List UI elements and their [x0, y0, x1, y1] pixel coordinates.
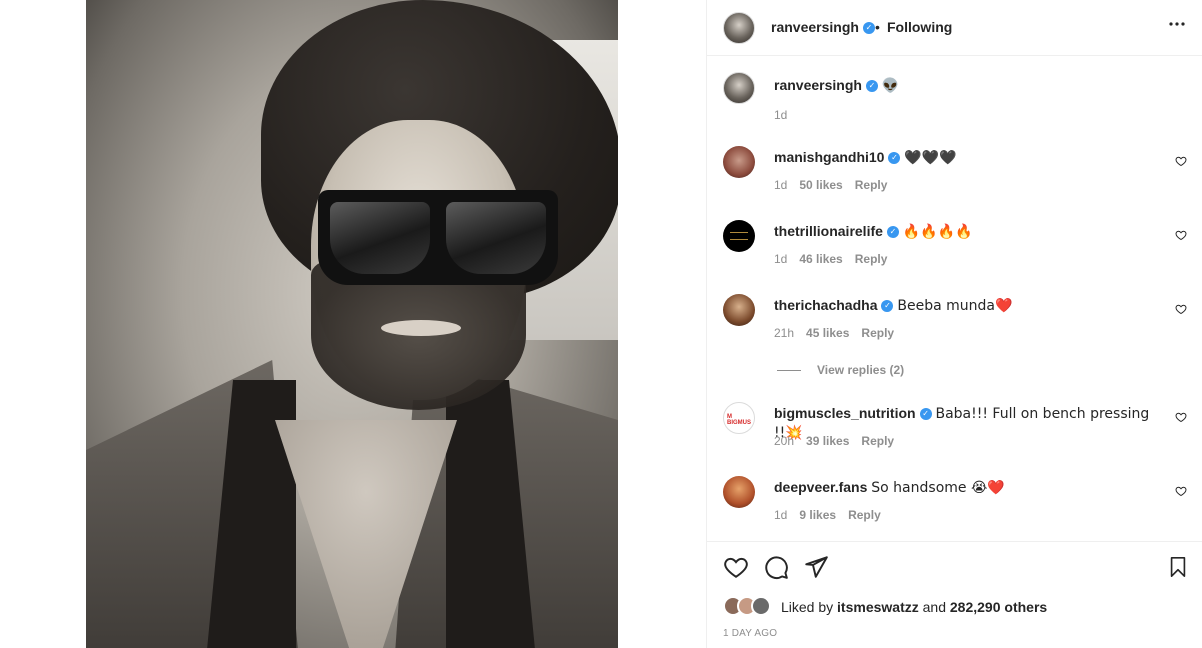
comments-list: ranveersingh ✓ 👽 1d manishgandhi10 ✓ 🖤🖤🖤 1… — [707, 57, 1202, 540]
liked-prefix: Liked by — [781, 599, 834, 615]
comment-time[interactable]: 21h — [774, 326, 794, 340]
liked-by-user[interactable]: itsmeswatzz — [837, 599, 919, 615]
comment-username[interactable]: thetrillionairelife — [774, 223, 883, 239]
comment-likes[interactable]: 50 likes — [799, 178, 842, 192]
comment-like-heart-icon[interactable] — [1175, 303, 1187, 315]
comment-item: M BIGMUS bigmuscles_nutrition ✓ Baba!!! F… — [723, 402, 1187, 452]
comment-time[interactable]: 20h — [774, 434, 794, 448]
post-actions: Liked by itsmeswatzz and 282,290 others … — [707, 541, 1202, 648]
send-icon[interactable] — [803, 554, 829, 580]
comment-username[interactable]: deepveer.fans — [774, 479, 867, 495]
photo-sunglasses — [318, 190, 558, 285]
header-separator: • — [875, 19, 880, 35]
comment-like-heart-icon[interactable] — [1175, 411, 1187, 423]
liked-others[interactable]: 282,290 others — [950, 599, 1047, 615]
comment-text: manishgandhi10 ✓ 🖤🖤🖤 — [774, 148, 1164, 167]
comment-body: 🖤🖤🖤 — [904, 150, 957, 166]
comment-text: thetrillionairelife ✓ 🔥🔥🔥🔥 — [774, 222, 1164, 241]
comment-avatar[interactable] — [723, 220, 755, 252]
view-replies-label[interactable]: View replies (2) — [817, 363, 904, 377]
comment-like-heart-icon[interactable] — [1175, 155, 1187, 167]
post-media-area — [0, 0, 706, 648]
photo-lens-left — [330, 202, 430, 274]
comment-item: deepveer.fans So handsome 😭❤️ 1d 9 likes R… — [723, 476, 1187, 526]
comment-avatar[interactable] — [723, 294, 755, 326]
liked-by-text: Liked by itsmeswatzz and 282,290 others — [781, 599, 1047, 615]
post-timestamp[interactable]: 1 DAY AGO — [723, 628, 777, 639]
comment-like-heart-icon[interactable] — [1175, 485, 1187, 497]
verified-badge-icon: ✓ — [862, 22, 875, 35]
reply-button[interactable]: Reply — [861, 326, 894, 340]
comment-item: therichachadha ✓ Beeba munda❤️ 21h 45 like… — [723, 294, 1187, 344]
comment-text: deepveer.fans So handsome 😭❤️ — [774, 478, 1164, 497]
post-side-panel: ranveersingh ✓ • Following ranveersingh ✓ … — [706, 0, 1202, 648]
bookmark-icon[interactable] — [1167, 554, 1189, 580]
comment-meta: 20h 39 likes Reply — [774, 434, 906, 448]
comment-meta: 1d 50 likes Reply — [774, 178, 899, 192]
comment-body: Beeba munda❤️ — [897, 298, 1013, 314]
comment-meta: 1d 46 likes Reply — [774, 252, 899, 266]
comment-meta: 1d 9 likes Reply — [774, 508, 893, 522]
view-replies-line — [777, 370, 801, 372]
photo-lens-right — [446, 202, 546, 274]
author-username-text[interactable]: ranveersingh — [771, 19, 859, 35]
author-username[interactable]: ranveersingh ✓ — [771, 19, 875, 35]
verified-badge-icon: ✓ — [886, 226, 899, 239]
photo-mouth — [381, 320, 461, 336]
verified-badge-icon: ✓ — [865, 80, 878, 93]
reply-button[interactable]: Reply — [855, 252, 888, 266]
comment-likes[interactable]: 39 likes — [806, 434, 849, 448]
comment-icon[interactable] — [763, 554, 789, 580]
comment-item: manishgandhi10 ✓ 🖤🖤🖤 1d 50 likes Reply — [723, 146, 1187, 196]
comment-time[interactable]: 1d — [774, 252, 787, 266]
reply-button[interactable]: Reply — [848, 508, 881, 522]
comment-item: thetrillionairelife ✓ 🔥🔥🔥🔥 1d 46 likes Repl… — [723, 220, 1187, 270]
comment-username[interactable]: manishgandhi10 — [774, 149, 884, 165]
like-heart-icon[interactable] — [723, 554, 749, 580]
comment-username[interactable]: bigmuscles_nutrition — [774, 405, 916, 421]
comment-avatar[interactable]: M BIGMUS — [723, 402, 755, 434]
caption-meta: 1d — [774, 108, 799, 122]
comment-body: So handsome 😭❤️ — [871, 480, 1005, 496]
caption-text: ranveersingh ✓ 👽 — [774, 76, 1164, 95]
caption-avatar[interactable] — [723, 72, 755, 104]
comment-likes[interactable]: 46 likes — [799, 252, 842, 266]
comment-time[interactable]: 1d — [774, 178, 787, 192]
comment-likes[interactable]: 9 likes — [799, 508, 836, 522]
comment-likes[interactable]: 45 likes — [806, 326, 849, 340]
verified-badge-icon: ✓ — [881, 300, 894, 313]
liked-by-avatars[interactable] — [723, 596, 775, 616]
verified-badge-icon: ✓ — [919, 408, 932, 421]
comment-time[interactable]: 1d — [774, 508, 787, 522]
caption-item: ranveersingh ✓ 👽 1d — [723, 72, 1187, 132]
author-avatar[interactable] — [723, 12, 755, 44]
post-header: ranveersingh ✓ • Following — [707, 0, 1202, 56]
comment-username[interactable]: therichachadha — [774, 297, 877, 313]
comment-text: therichachadha ✓ Beeba munda❤️ — [774, 296, 1164, 315]
caption-time[interactable]: 1d — [774, 108, 787, 122]
comment-avatar[interactable] — [723, 476, 755, 508]
caption-username[interactable]: ranveersingh — [774, 77, 862, 93]
view-replies-button[interactable]: View replies (2) — [777, 363, 904, 377]
comment-avatar[interactable] — [723, 146, 755, 178]
comment-like-heart-icon[interactable] — [1175, 229, 1187, 241]
post-photo[interactable] — [86, 0, 618, 648]
following-button[interactable]: Following — [887, 19, 952, 35]
liked-conj: and — [922, 599, 946, 615]
liked-avatar — [751, 596, 771, 616]
caption-body: 👽 — [881, 78, 900, 94]
comment-meta: 21h 45 likes Reply — [774, 326, 906, 340]
more-options-icon[interactable] — [1167, 14, 1187, 39]
verified-badge-icon: ✓ — [888, 152, 901, 165]
comment-body: 🔥🔥🔥🔥 — [902, 224, 973, 240]
reply-button[interactable]: Reply — [861, 434, 894, 448]
reply-button[interactable]: Reply — [855, 178, 888, 192]
